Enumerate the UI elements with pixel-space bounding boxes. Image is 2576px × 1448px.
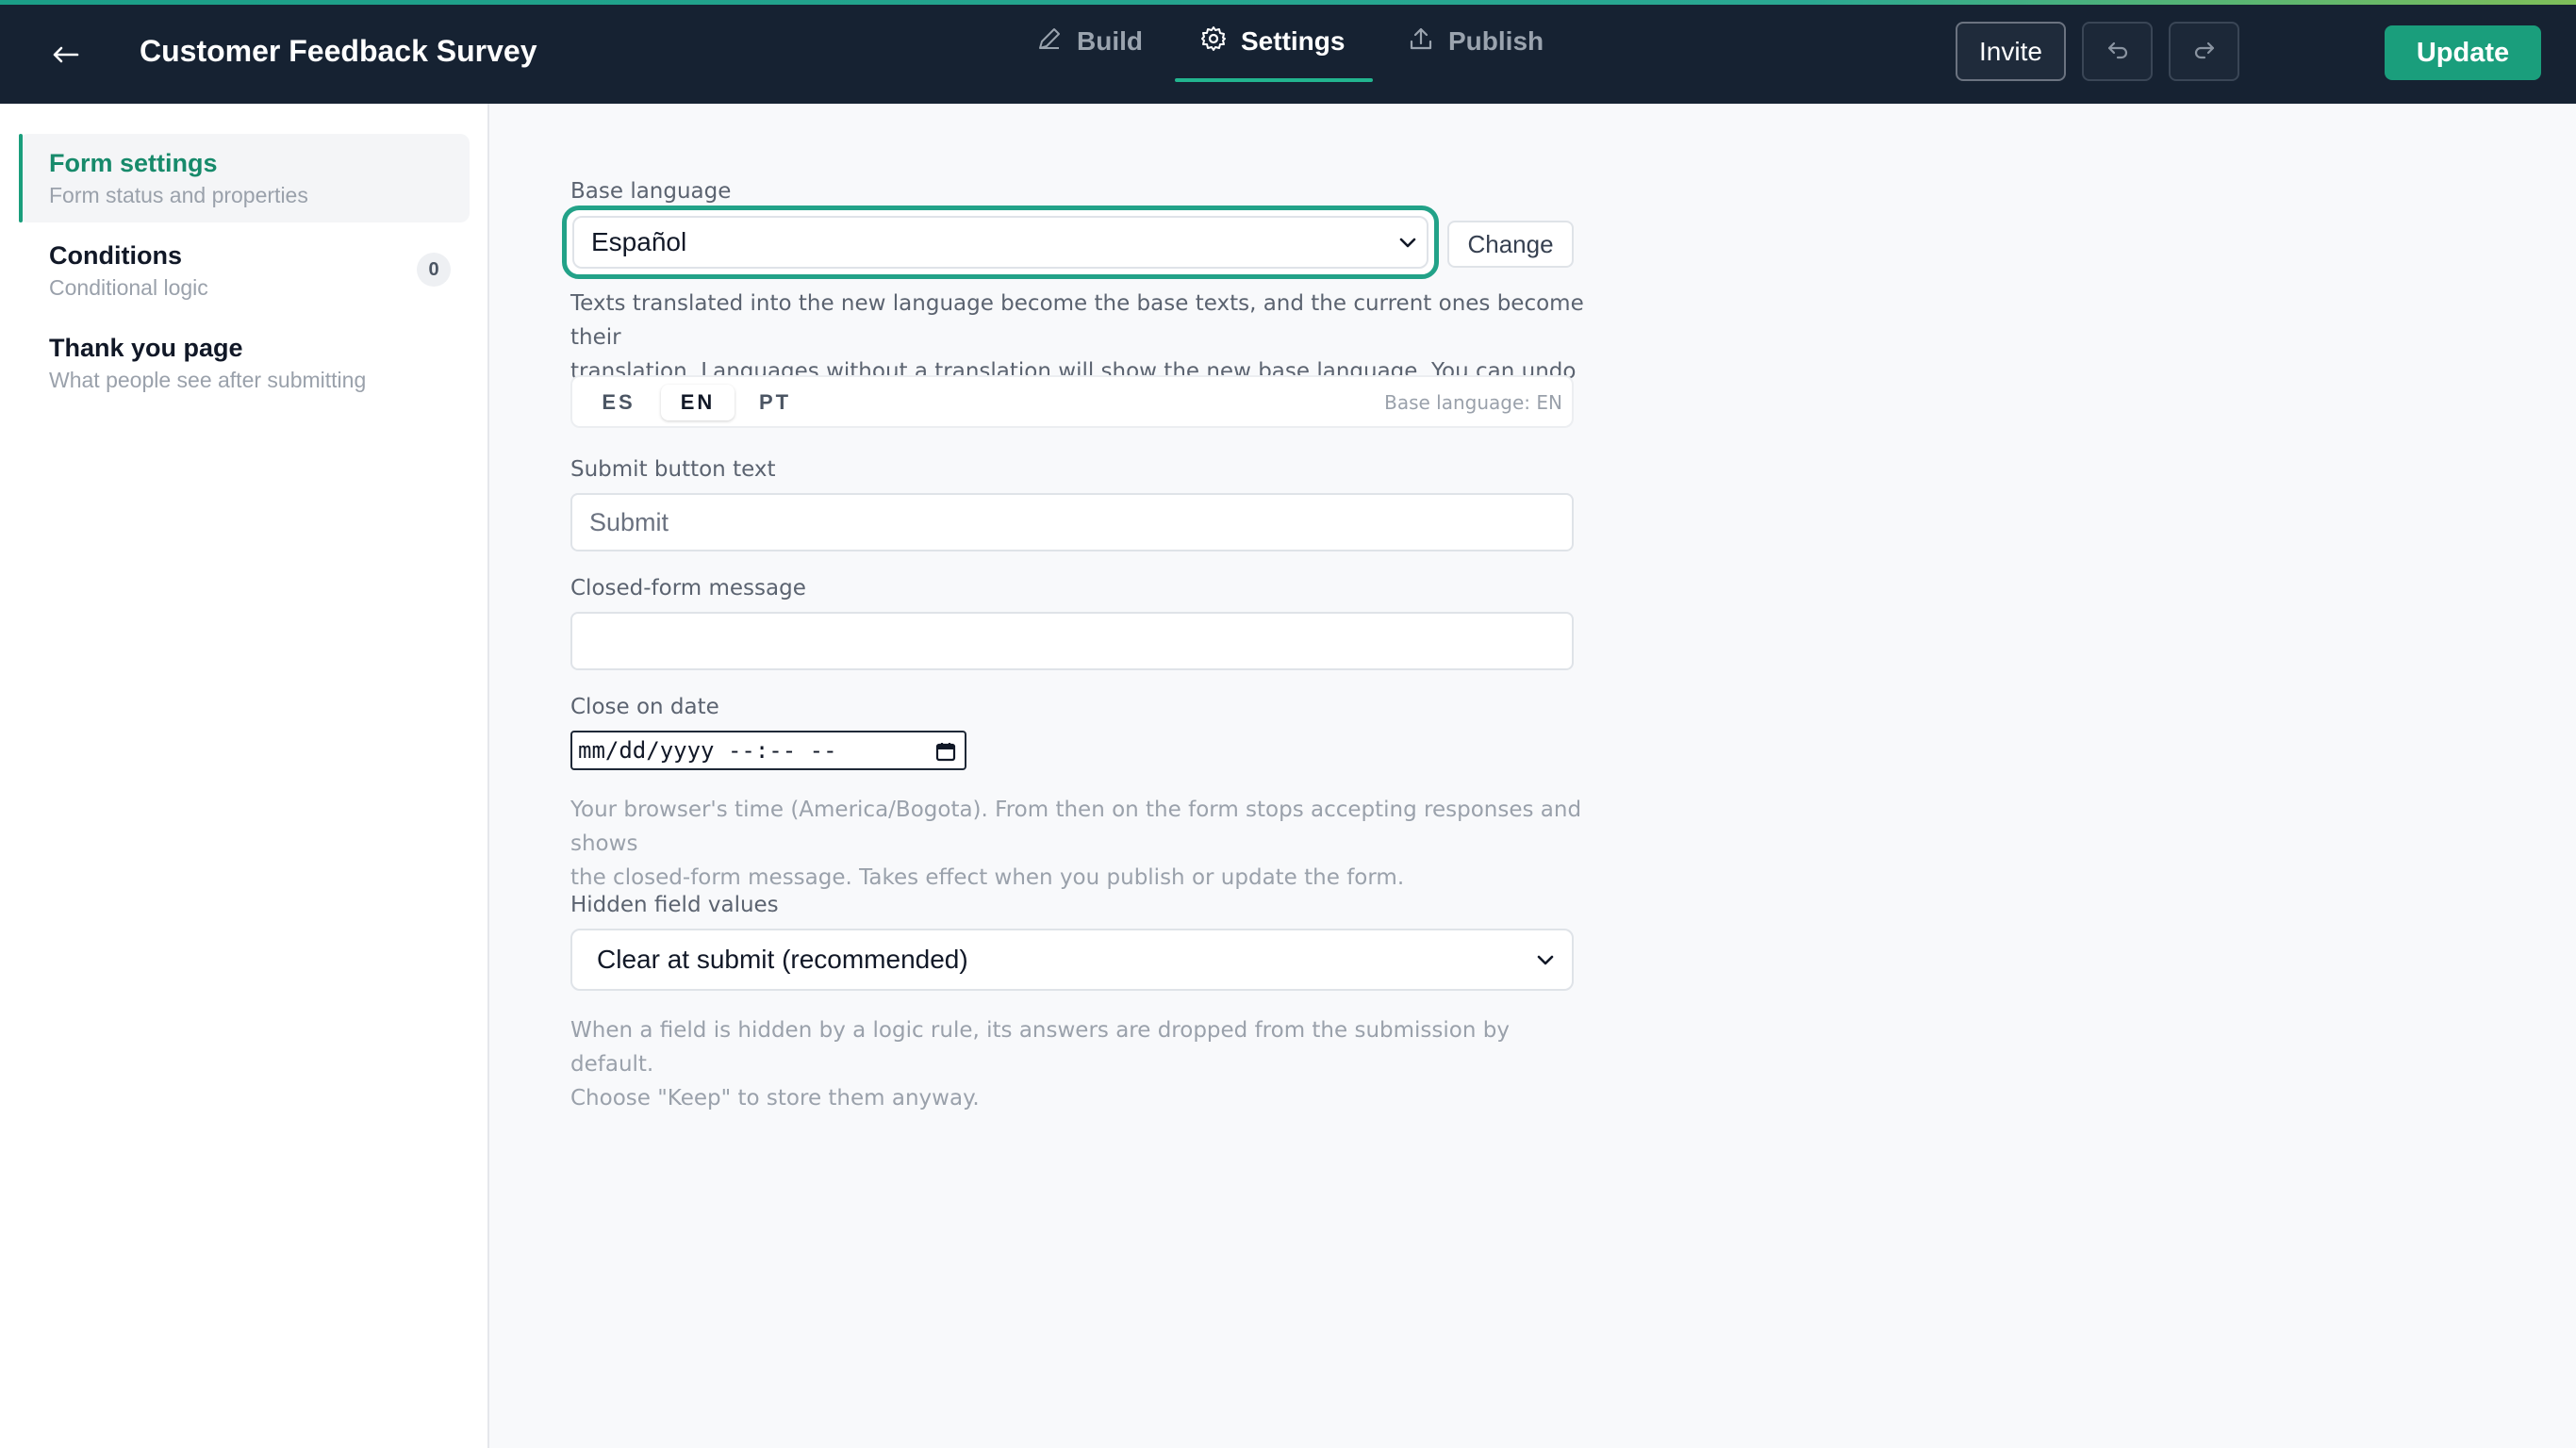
top-bar: Customer Feedback Survey Build Settings …	[0, 0, 2576, 104]
change-language-button[interactable]: Change	[1447, 221, 1574, 268]
hidden-field-values-select[interactable]: Clear at submit (recommended)	[570, 929, 1574, 991]
upload-icon	[1407, 25, 1435, 59]
sidebar-item-conditions[interactable]: Conditions Conditional logic 0	[19, 226, 470, 315]
select-inner-border	[572, 216, 1428, 269]
sidebar-item-label: Form settings	[49, 149, 218, 177]
submit-button-text-input[interactable]	[570, 493, 1574, 551]
sidebar-item-label: Conditions	[49, 241, 182, 270]
language-tabs: ES EN PT Base language: EN	[570, 375, 1574, 428]
settings-sidebar: Form settings Form status and properties…	[0, 104, 489, 1448]
undo-button[interactable]	[2082, 22, 2153, 81]
language-tab-pt[interactable]: PT	[738, 385, 812, 420]
sidebar-item-sub: What people see after submitting	[49, 368, 367, 392]
gear-icon	[1199, 25, 1228, 59]
active-tab-indicator	[1175, 78, 1373, 82]
help-line: Texts translated into the new language b…	[570, 291, 1584, 350]
close-on-date-label: Close on date	[570, 695, 719, 719]
closed-form-message-label: Closed-form message	[570, 576, 806, 601]
invite-button[interactable]: Invite	[1956, 22, 2066, 81]
conditions-count-badge: 0	[417, 253, 451, 287]
close-on-date-value: mm/dd/yyyy --:-- --	[578, 737, 837, 764]
hidden-field-values-value: Clear at submit (recommended)	[597, 945, 968, 974]
closed-form-message-input[interactable]	[570, 612, 1574, 670]
tab-build[interactable]: Build	[1035, 0, 1143, 83]
tab-settings-label: Settings	[1241, 26, 1346, 56]
redo-button[interactable]	[2169, 22, 2239, 81]
submit-button-text-label: Submit button text	[570, 457, 776, 482]
sidebar-item-sub: Conditional logic	[49, 275, 208, 300]
tab-settings[interactable]: Settings	[1199, 0, 1345, 83]
tab-publish[interactable]: Publish	[1407, 0, 1544, 83]
sidebar-item-label: Thank you page	[49, 334, 243, 362]
help-line: Your browser's time (America/Bogota). Fr…	[570, 798, 1582, 856]
base-language-select[interactable]: Español	[562, 206, 1439, 279]
tab-publish-label: Publish	[1448, 26, 1544, 56]
back-arrow-icon[interactable]	[47, 34, 85, 72]
help-line: Choose "Keep" to store them anyway.	[570, 1086, 980, 1111]
base-language-indicator: Base language: EN	[1384, 391, 1562, 414]
help-line: When a field is hidden by a logic rule, …	[570, 1018, 1510, 1077]
base-language-label: Base language	[570, 179, 732, 204]
chevron-down-icon	[1537, 955, 1554, 965]
undo-icon	[2105, 36, 2131, 67]
help-line: the closed-form message. Takes effect wh…	[570, 865, 1405, 890]
redo-icon	[2191, 36, 2218, 67]
close-on-date-input[interactable]: mm/dd/yyyy --:-- --	[570, 731, 966, 770]
language-tab-es[interactable]: ES	[582, 385, 655, 420]
sidebar-item-form-settings[interactable]: Form settings Form status and properties	[19, 134, 470, 222]
settings-panel: Base language Español Change Texts trans…	[491, 104, 2576, 1448]
tab-build-label: Build	[1077, 26, 1143, 56]
sidebar-item-thank-you-page[interactable]: Thank you page What people see after sub…	[19, 319, 470, 407]
pencil-icon	[1035, 25, 1064, 59]
close-on-date-help: Your browser's time (America/Bogota). Fr…	[570, 793, 1598, 895]
update-button[interactable]: Update	[2385, 25, 2541, 80]
hidden-field-values-label: Hidden field values	[570, 893, 779, 917]
base-language-value: Español	[591, 227, 687, 256]
hidden-field-values-help: When a field is hidden by a logic rule, …	[570, 1013, 1598, 1115]
sidebar-item-sub: Form status and properties	[49, 183, 308, 207]
language-tab-en[interactable]: EN	[661, 385, 735, 420]
form-title: Customer Feedback Survey	[140, 34, 537, 68]
chevron-down-icon	[1399, 238, 1416, 248]
calendar-icon[interactable]	[934, 740, 957, 763]
